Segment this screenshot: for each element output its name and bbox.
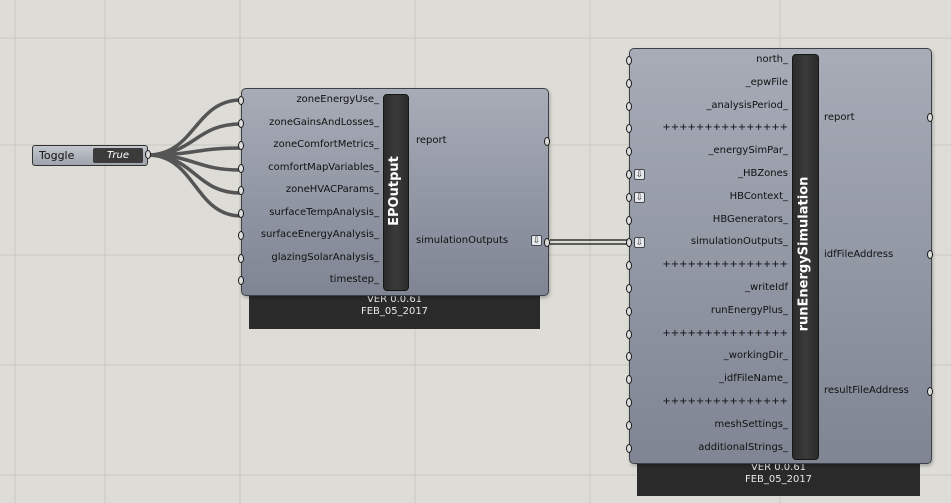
runenergysim-result-port[interactable] [927, 387, 933, 396]
epoutput-input-label: timestep_ [329, 274, 379, 285]
runenergysim-input-port[interactable] [626, 170, 632, 179]
runenergysim-input-port[interactable] [626, 306, 632, 316]
runenergysim-input-label: +++++++++++++++ [662, 396, 788, 407]
runenergysim-input-label: _idfFileName_ [719, 373, 788, 385]
runenergysim-input-port[interactable] [626, 284, 632, 293]
epoutput-input-label: zoneGainsAndLosses_ [269, 116, 379, 128]
runenergysim-input-port[interactable] [626, 329, 632, 339]
runenergysim-input-label: _HBZones [737, 168, 788, 179]
runenergysim-idf-port[interactable] [927, 250, 933, 259]
epoutput-input-port[interactable] [238, 231, 244, 240]
epoutput-input-port[interactable] [238, 141, 244, 150]
flatten-icon[interactable]: ⇩ [531, 235, 542, 246]
runenergysim-input-port[interactable] [626, 101, 632, 111]
runenergysim-input-label: +++++++++++++++ [662, 122, 788, 134]
runenergysim-input-port[interactable] [626, 261, 632, 271]
epoutput-input-port[interactable] [238, 253, 244, 263]
epoutput-input-port[interactable] [238, 208, 244, 218]
runenergysim-input-port[interactable] [626, 215, 632, 225]
runenergysim-input-label: _writeIdf [745, 282, 788, 293]
runenergysim-footer: VER 0.0.61 FEB_05_2017 [637, 460, 920, 496]
runenergysim-input-label: _energySimPar_ [708, 145, 788, 157]
runenergysim-report-port[interactable] [927, 113, 933, 122]
epoutput-input-label: zoneEnergyUse_ [296, 94, 379, 105]
epoutput-input-port[interactable] [238, 186, 244, 195]
runenergysim-input-label: additionalStrings_ [698, 441, 788, 453]
runenergysim-title: runEnergySimulation [796, 176, 812, 332]
runenergysim-input-label: simulationOutputs_ [690, 236, 788, 248]
runenergysim-input-port[interactable] [626, 398, 632, 407]
epoutput-out-report: report [416, 135, 447, 146]
toggle-value[interactable]: True [93, 148, 143, 163]
runenergysim-input-label: runEnergyPlus_ [710, 304, 788, 316]
epoutput-input-port[interactable] [238, 276, 244, 285]
runenergysim-out-result-file-address: resultFileAddress [824, 385, 909, 396]
runenergysim-input-port[interactable] [626, 238, 632, 248]
epoutput-input-label: zoneHVACParams_ [285, 184, 379, 195]
epoutput-input-label: surfaceTempAnalysis_ [269, 206, 379, 218]
runenergysim-input-label: HBContext_ [729, 190, 788, 202]
runenergysim-input-label: _epwFile [745, 76, 788, 88]
runenergysim-input-label: north_ [756, 54, 788, 65]
runenergysim-input-port[interactable] [626, 192, 632, 202]
runenergysim-input-port[interactable] [626, 443, 632, 453]
epoutput-input-port[interactable] [238, 163, 244, 173]
epoutput-input-label: comfortMapVariables_ [268, 161, 379, 173]
runenergysim-input-label: +++++++++++++++ [662, 259, 788, 271]
epoutput-date: FEB_05_2017 [360, 306, 429, 317]
runenergysim-input-label: HBGenerators_ [712, 213, 788, 225]
runenergysim-input-label: _workingDir_ [723, 350, 788, 362]
runenergysim-input-port[interactable] [626, 56, 632, 65]
runenergysim-input-label: +++++++++++++++ [662, 327, 788, 339]
epoutput-component[interactable]: zoneEnergyUse_ zoneGainsAndLosses_ zoneCom… [238, 88, 549, 296]
epoutput-footer: VER 0.0.61 FEB_05_2017 [249, 292, 540, 329]
runenergysim-input-port[interactable] [626, 124, 632, 134]
flatten-icon[interactable]: ⇩ [634, 237, 645, 249]
runenergysim-input-label: meshSettings_ [714, 418, 788, 430]
runenergysim-input-port[interactable] [626, 352, 632, 362]
runenergysim-input-label: _analysisPeriod_ [706, 99, 788, 111]
runenergysim-input-port[interactable] [626, 147, 632, 157]
flatten-icon[interactable]: ⇩ [634, 169, 645, 180]
runenergysim-input-port[interactable] [626, 78, 632, 88]
runenergysim-inputs: north_ _epwFile _analysisPeriod_ ++++++++++… [626, 49, 788, 463]
runenergysim-out-idf-file-address: idfFileAddress [824, 249, 894, 260]
epoutput-simulation-outputs-port[interactable] [544, 238, 550, 247]
runenergysim-component[interactable]: north_ _epwFile _analysisPeriod_ ++++++++++… [626, 48, 932, 464]
epoutput-input-label: glazingSolarAnalysis_ [271, 251, 379, 263]
epoutput-out-simulation-outputs: simulationOutputs [416, 235, 509, 246]
runenergysim-input-port[interactable] [626, 375, 632, 385]
epoutput-input-port[interactable] [238, 118, 244, 128]
runenergysim-date: FEB_05_2017 [744, 474, 813, 485]
epoutput-title: EPOutput [387, 156, 402, 226]
flatten-icon[interactable]: ⇩ [634, 191, 645, 203]
runenergysim-input-port[interactable] [626, 420, 632, 430]
epoutput-input-port[interactable] [238, 96, 244, 105]
epoutput-input-label: surfaceEnergyAnalysis_ [260, 229, 379, 240]
epoutput-input-label: zoneComfortMetrics_ [273, 139, 379, 150]
toggle-label: Toggle [39, 149, 75, 162]
toggle-output-port[interactable] [145, 150, 151, 159]
epoutput-inputs: zoneEnergyUse_ zoneGainsAndLosses_ zoneCom… [238, 89, 379, 295]
runenergysim-out-report: report [824, 112, 855, 123]
epoutput-report-port[interactable] [544, 137, 550, 146]
grasshopper-canvas[interactable]: Toggle True VER 0.0.61 FEB_05_2017 zoneE… [0, 0, 951, 503]
toggle-component[interactable]: Toggle True [32, 145, 148, 166]
